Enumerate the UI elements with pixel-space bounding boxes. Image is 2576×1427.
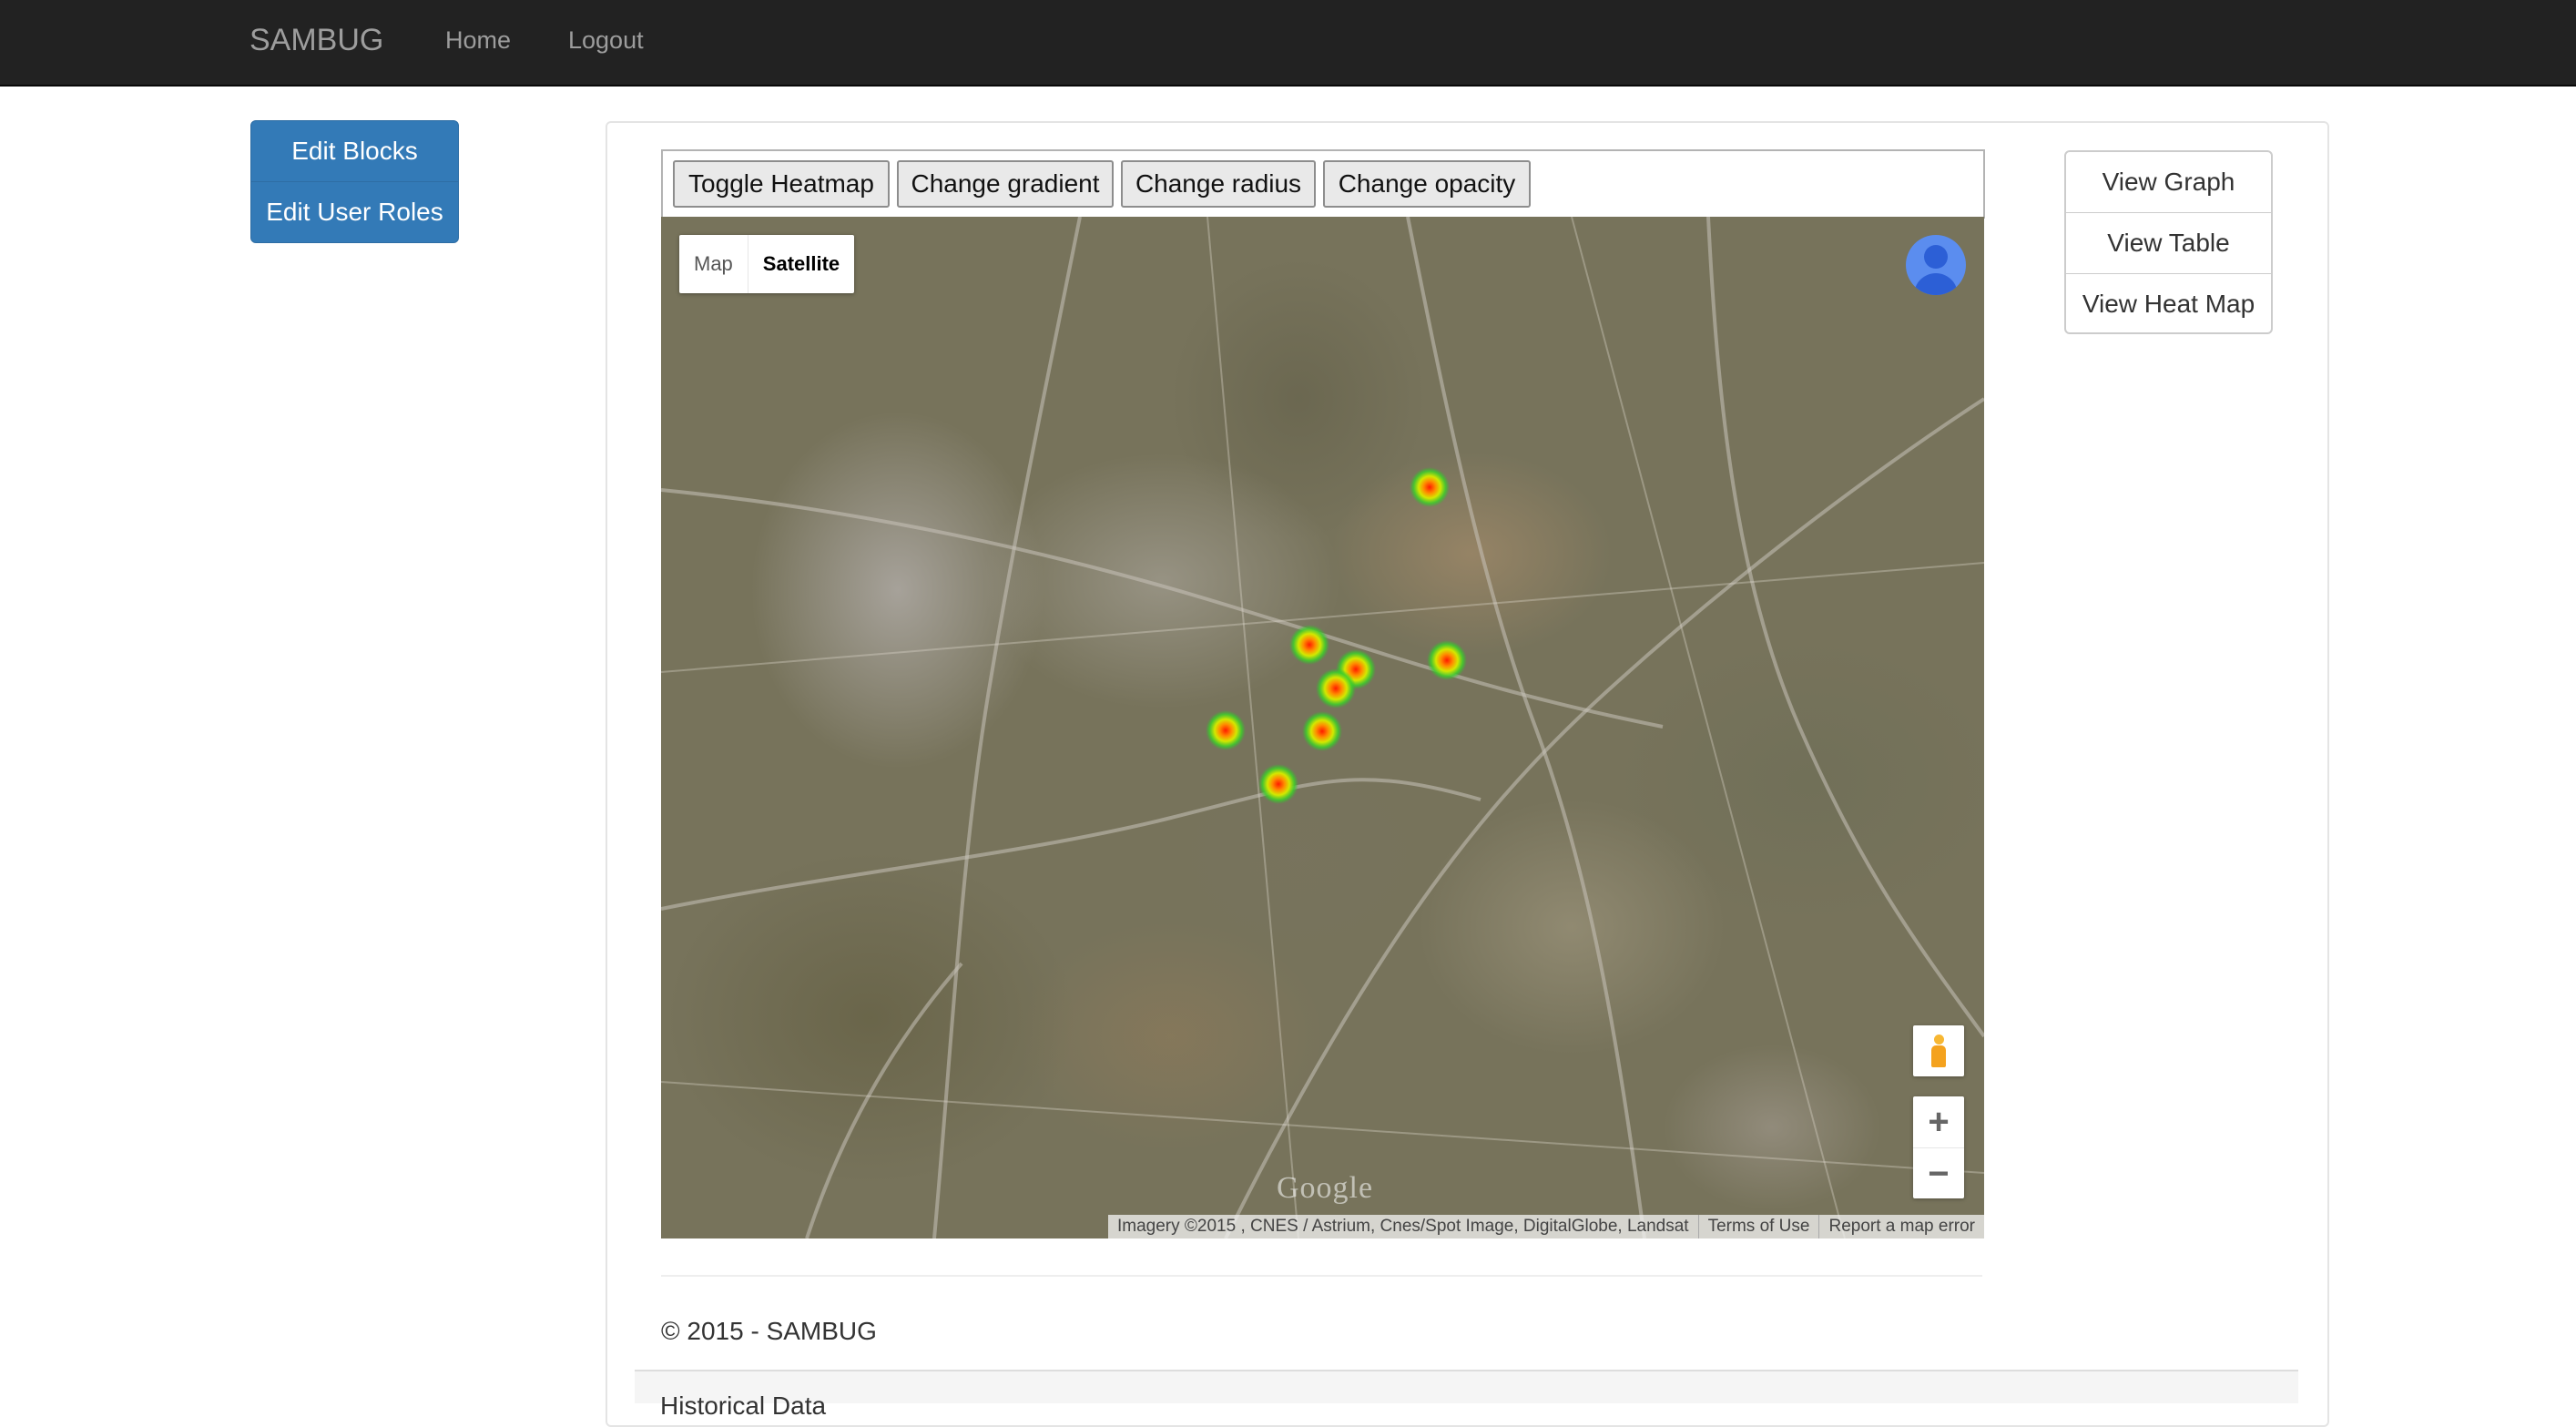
historical-data-title: Historical Data [660,1391,827,1420]
nav-logout-link[interactable]: Logout [568,23,644,57]
change-gradient-button[interactable]: Change gradient [897,160,1114,208]
change-radius-button[interactable]: Change radius [1121,160,1316,208]
profile-head [1924,245,1948,269]
map-type-map-button[interactable]: Map [679,235,748,293]
map-type-control: Map Satellite [679,235,855,293]
brand-link[interactable]: SAMBUG [249,18,383,62]
pegman-head [1934,1035,1944,1045]
top-navbar: SAMBUG Home Logout [0,0,2576,87]
imagery-credit: Imagery ©2015 , CNES / Astrium, Cnes/Spo… [1116,1217,1689,1236]
profile-body [1914,273,1958,295]
report-map-error-link[interactable]: Report a map error [1818,1215,1984,1238]
admin-button-group: Edit Blocks Edit User Roles [250,120,459,243]
pegman-icon[interactable] [1913,1025,1964,1076]
edit-user-roles-button[interactable]: Edit User Roles [251,181,458,242]
google-logo: Google [1277,1171,1374,1205]
view-graph-button[interactable]: View Graph [2066,152,2271,212]
heat-map[interactable]: Map Satellite + − Google Imagery ©2015 ,… [661,217,1984,1238]
heat-point [1427,640,1467,680]
heat-point [1302,711,1342,751]
toggle-heatmap-button[interactable]: Toggle Heatmap [673,160,890,208]
footer-divider [661,1275,1982,1277]
map-attribution: Imagery ©2015 , CNES / Astrium, Cnes/Spo… [1107,1215,1984,1238]
nav-home-link[interactable]: Home [445,23,511,57]
footer-copyright: © 2015 - SAMBUG [661,1317,877,1345]
terms-of-use-link[interactable]: Terms of Use [1697,1215,1819,1238]
satellite-imagery [661,217,1984,1238]
pegman-body [1931,1045,1946,1067]
user-profile-icon[interactable] [1906,235,1966,295]
edit-blocks-button[interactable]: Edit Blocks [251,121,458,181]
historical-data-header: Historical Data [635,1370,2298,1420]
change-opacity-button[interactable]: Change opacity [1323,160,1531,208]
heat-point [1258,764,1298,804]
heat-point [1316,668,1356,708]
zoom-control: + − [1913,1096,1964,1198]
heat-point [1206,710,1246,750]
view-table-button[interactable]: View Table [2066,212,2271,273]
zoom-in-button[interactable]: + [1913,1096,1964,1147]
heat-point [1410,467,1450,507]
heat-point [1289,625,1329,665]
view-heat-map-button[interactable]: View Heat Map [2066,273,2271,332]
map-type-satellite-button[interactable]: Satellite [747,235,854,293]
zoom-out-button[interactable]: − [1913,1147,1964,1199]
view-button-group: View Graph View Table View Heat Map [2064,150,2273,334]
